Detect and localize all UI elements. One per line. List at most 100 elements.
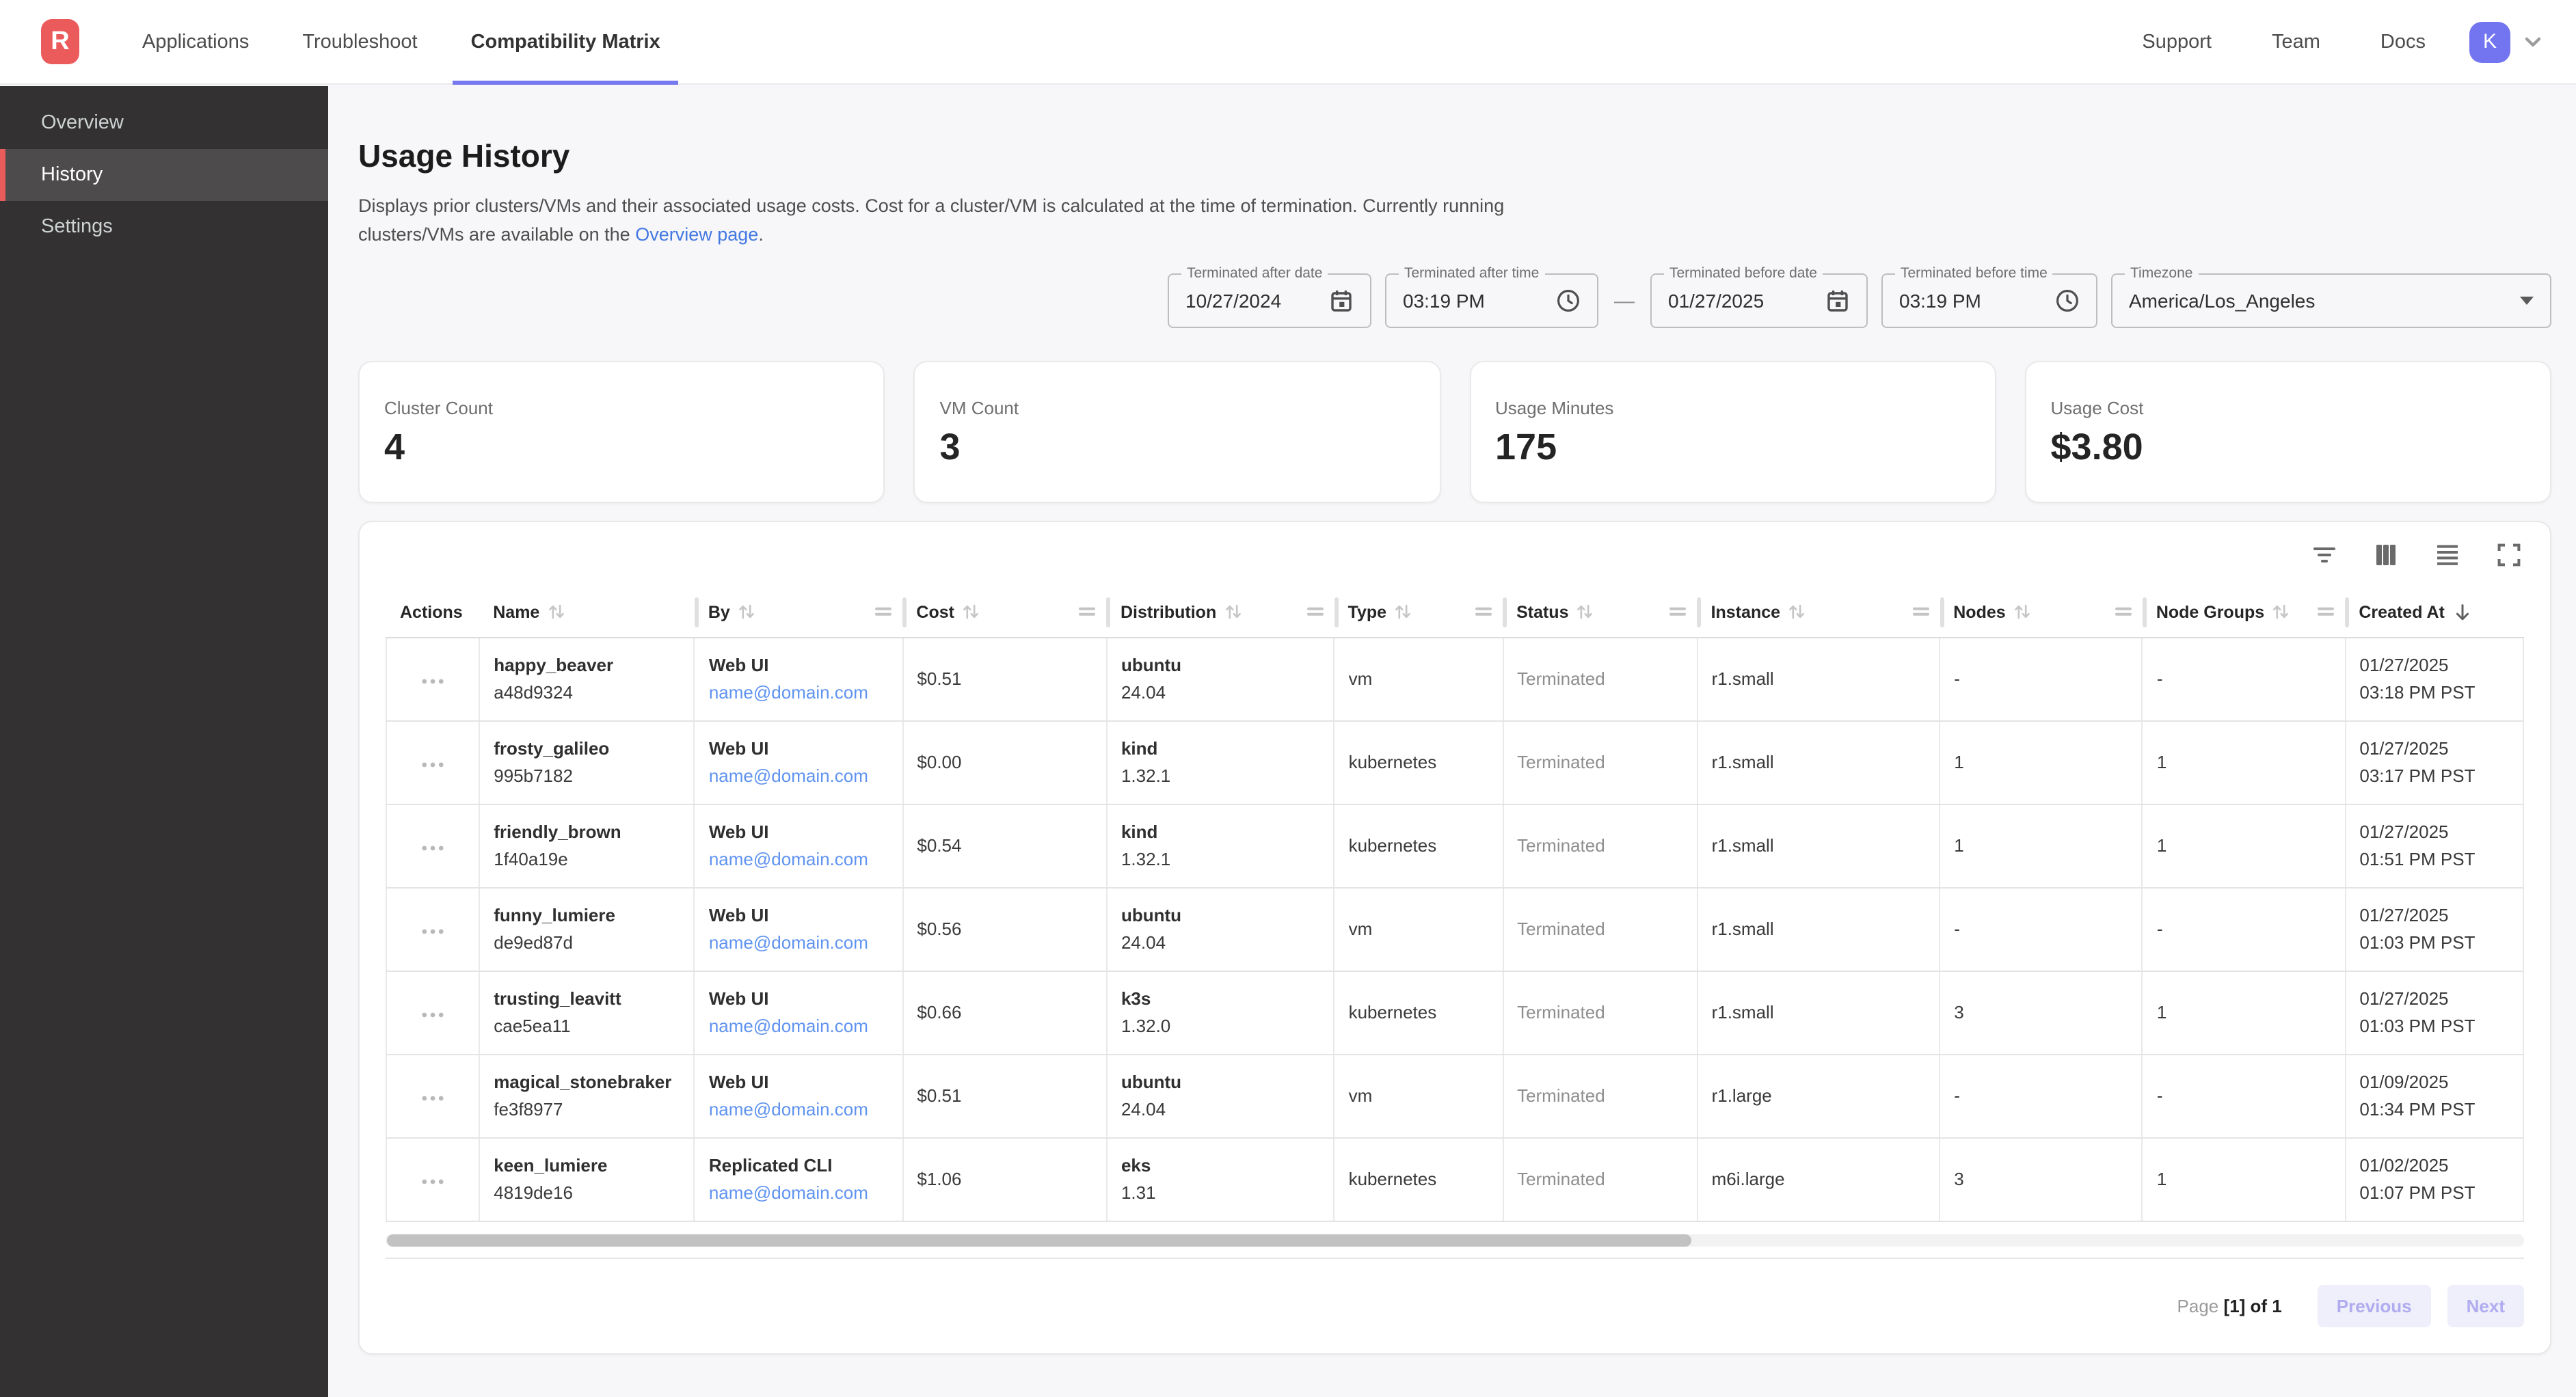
- density-button[interactable]: [2432, 540, 2463, 570]
- created-by-email[interactable]: name@domain.com: [709, 1179, 868, 1206]
- drag-handle-icon[interactable]: [875, 606, 891, 619]
- sort-icon: [1224, 603, 1241, 621]
- scrollbar-thumb[interactable]: [387, 1234, 1691, 1246]
- nav-tabs: ApplicationsTroubleshootCompatibility Ma…: [124, 0, 696, 84]
- sidebar-item-overview[interactable]: Overview: [0, 97, 328, 149]
- column-resize-handle[interactable]: [1940, 597, 1944, 627]
- created-by-source: Web UI: [709, 735, 902, 762]
- cluster-name: keen_lumiere: [494, 1152, 694, 1179]
- created-by-source: Web UI: [709, 651, 902, 679]
- column-header-name[interactable]: Name: [479, 588, 695, 637]
- drag-handle-icon[interactable]: [1079, 606, 1096, 619]
- column-header-distribution[interactable]: Distribution: [1107, 588, 1334, 637]
- row-actions-button[interactable]: [416, 839, 450, 856]
- created-by-source: Web UI: [709, 1068, 902, 1096]
- cell-actions: [386, 1054, 479, 1137]
- column-header-cost[interactable]: Cost: [902, 588, 1107, 637]
- drag-handle-icon[interactable]: [1912, 606, 1929, 619]
- avatar[interactable]: K: [2469, 21, 2510, 62]
- next-page-button[interactable]: Next: [2447, 1285, 2524, 1327]
- filter-button[interactable]: [2309, 540, 2339, 570]
- column-header-by[interactable]: By: [695, 588, 903, 637]
- drag-handle-icon[interactable]: [1670, 606, 1687, 619]
- row-actions-button[interactable]: [416, 1005, 450, 1023]
- column-label: Status: [1516, 603, 1568, 622]
- created-by-source: Web UI: [709, 985, 902, 1012]
- sidebar-item-history[interactable]: History: [0, 149, 328, 201]
- drag-handle-icon[interactable]: [2115, 606, 2132, 619]
- column-resize-handle[interactable]: [2143, 597, 2147, 627]
- terminated-after-time-input[interactable]: Terminated after time 03:19 PM: [1385, 273, 1598, 328]
- column-header-instance[interactable]: Instance: [1698, 588, 1940, 637]
- ellipsis-icon: [421, 927, 444, 934]
- replicated-logo[interactable]: R: [41, 19, 79, 64]
- nav-link-team[interactable]: Team: [2272, 31, 2320, 53]
- row-actions-button[interactable]: [416, 922, 450, 940]
- column-resize-handle[interactable]: [1334, 597, 1339, 627]
- column-resize-handle[interactable]: [1503, 597, 1507, 627]
- cell-nodes: 3: [1940, 971, 2143, 1054]
- nav-tab-troubleshoot[interactable]: Troubleshoot: [284, 0, 435, 84]
- distribution-name: k3s: [1121, 985, 1334, 1012]
- clock-icon[interactable]: [1556, 288, 1581, 313]
- previous-page-button[interactable]: Previous: [2318, 1285, 2431, 1327]
- cell-type: kubernetes: [1334, 720, 1503, 804]
- nav-tab-compatibility-matrix[interactable]: Compatibility Matrix: [453, 0, 678, 84]
- drag-handle-icon[interactable]: [2318, 606, 2334, 619]
- created-by-email[interactable]: name@domain.com: [709, 845, 868, 873]
- column-resize-handle[interactable]: [902, 597, 907, 627]
- distribution-version: 24.04: [1121, 1096, 1334, 1123]
- fullscreen-button[interactable]: [2494, 540, 2524, 570]
- column-resize-handle[interactable]: [1107, 597, 1111, 627]
- row-actions-button[interactable]: [416, 672, 450, 690]
- terminated-before-date-input[interactable]: Terminated before date 01/27/2025: [1650, 273, 1868, 328]
- created-by-email[interactable]: name@domain.com: [709, 762, 868, 789]
- row-actions-button[interactable]: [416, 1089, 450, 1107]
- overview-page-link[interactable]: Overview page: [635, 224, 758, 245]
- columns-button[interactable]: [2371, 540, 2401, 570]
- created-date: 01/09/2025: [2359, 1068, 2523, 1096]
- cluster-id: 995b7182: [494, 762, 694, 789]
- column-resize-handle[interactable]: [695, 597, 699, 627]
- column-header-type[interactable]: Type: [1334, 588, 1503, 637]
- nav-link-docs[interactable]: Docs: [2380, 31, 2426, 53]
- cell-node-groups: -: [2143, 1054, 2346, 1137]
- created-by-email[interactable]: name@domain.com: [709, 679, 868, 706]
- sidebar-item-settings[interactable]: Settings: [0, 201, 328, 253]
- drag-handle-icon[interactable]: [1307, 606, 1324, 619]
- row-actions-button[interactable]: [416, 1172, 450, 1190]
- column-header-nodes[interactable]: Nodes: [1940, 588, 2143, 637]
- calendar-icon[interactable]: [1825, 288, 1850, 313]
- terminated-after-date-input[interactable]: Terminated after date 10/27/2024: [1168, 273, 1371, 328]
- drag-handle-icon[interactable]: [1475, 606, 1492, 619]
- column-header-created-at[interactable]: Created At: [2345, 588, 2523, 637]
- filters-row: Terminated after date 10/27/2024 Termina…: [358, 273, 2551, 328]
- chevron-down-icon[interactable]: [2523, 31, 2543, 52]
- column-header-status[interactable]: Status: [1503, 588, 1698, 637]
- nav-tab-applications[interactable]: Applications: [124, 0, 267, 84]
- created-time: 03:17 PM PST: [2359, 762, 2523, 789]
- nav-links: Support Team Docs: [2082, 31, 2426, 53]
- created-time: 01:07 PM PST: [2359, 1179, 2523, 1206]
- stat-label: VM Count: [940, 398, 1415, 418]
- timezone-select[interactable]: Timezone America/Los_Angeles: [2111, 273, 2551, 328]
- created-by-email[interactable]: name@domain.com: [709, 1096, 868, 1123]
- created-by-email[interactable]: name@domain.com: [709, 929, 868, 956]
- column-resize-handle[interactable]: [2345, 597, 2349, 627]
- terminated-before-time-input[interactable]: Terminated before time 03:19 PM: [1881, 273, 2097, 328]
- nav-link-support[interactable]: Support: [2142, 31, 2212, 53]
- cell-node-groups: 1: [2143, 804, 2346, 887]
- cell-type: vm: [1334, 1054, 1503, 1137]
- cell-name: trusting_leavittcae5ea11: [479, 971, 695, 1054]
- stat-label: Usage Minutes: [1495, 398, 1970, 418]
- column-resize-handle[interactable]: [1698, 597, 1702, 627]
- column-header-node-groups[interactable]: Node Groups: [2143, 588, 2346, 637]
- terminated-before-time-label: Terminated before time: [1895, 265, 2053, 282]
- cell-type: kubernetes: [1334, 1137, 1503, 1221]
- row-actions-button[interactable]: [416, 755, 450, 773]
- clock-icon[interactable]: [2055, 288, 2080, 313]
- cell-name: frosty_galileo995b7182: [479, 720, 695, 804]
- table-footer: Page [1] of 1 Previous Next: [386, 1258, 2524, 1353]
- calendar-icon[interactable]: [1329, 288, 1354, 313]
- created-by-email[interactable]: name@domain.com: [709, 1012, 868, 1040]
